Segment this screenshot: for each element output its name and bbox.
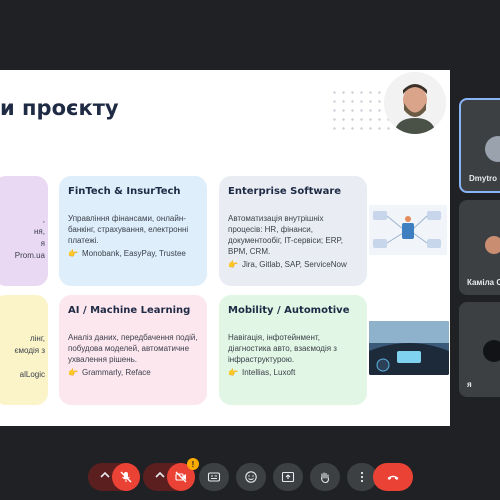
card-line: alLogic — [19, 370, 45, 379]
call-controls: ! — [0, 458, 500, 494]
avatar — [485, 136, 500, 162]
card-line: ня, — [34, 227, 45, 236]
card-line: я — [40, 239, 45, 248]
captions-button[interactable] — [199, 463, 229, 491]
more-vert-icon — [360, 471, 364, 483]
mic-off-button[interactable] — [112, 463, 140, 491]
pointing-hand-icon: 👉 — [68, 249, 78, 258]
card-title: Enterprise Software — [228, 186, 342, 197]
card-line: Prom.ua — [14, 251, 45, 260]
card-description: Автоматизація внутрішніх процесів: HR, ф… — [228, 214, 344, 256]
examples-text: Jira, Gitlab, SAP, ServiceNow — [241, 260, 347, 269]
card-description: Управління фінансами, онлайн-банкінг, ст… — [68, 214, 189, 245]
pointing-hand-icon: 👉 — [228, 368, 238, 377]
participant-tile[interactable]: Каміла С — [459, 200, 500, 295]
raise-hand-button[interactable] — [310, 463, 340, 491]
card-ai-ml: AI / Machine Learning Аналіз даних, пере… — [59, 295, 207, 405]
card-ecommerce-partial: , ня, я Prom.ua — [0, 176, 48, 286]
participant-tile[interactable]: Dmytro — [459, 98, 500, 193]
card-title: FinTech & InsurTech — [68, 186, 181, 197]
avatar — [485, 236, 500, 254]
examples-text: Grammarly, Reface — [81, 368, 151, 377]
hand-icon — [320, 472, 330, 484]
card-examples: 👉 Intellias, Luxoft — [228, 368, 358, 377]
reactions-button[interactable] — [236, 463, 266, 491]
card-title: Mobility / Automotive — [228, 305, 350, 316]
camera-off-icon — [175, 471, 187, 483]
examples-text: Intellias, Luxoft — [241, 368, 296, 377]
examples-text: Monobank, EasyPay, Trustee — [81, 249, 186, 258]
card-enterprise: Enterprise Software Автоматизація внутрі… — [219, 176, 367, 286]
card-line: , — [42, 215, 45, 224]
participant-tile[interactable]: я — [459, 302, 500, 397]
warning-badge: ! — [187, 458, 199, 470]
emoji-icon — [245, 471, 257, 483]
card-description: Аналіз даних, передбачення подій, побудо… — [68, 333, 198, 364]
card-mobility: Mobility / Automotive Навігація, інфотей… — [219, 295, 367, 405]
decorative-dots — [330, 88, 390, 130]
present-icon — [281, 471, 295, 483]
meeting-stage: и проєкту , ня, я Prom.ua лінг, ємодія з… — [0, 0, 500, 500]
presenter-avatar — [384, 72, 446, 134]
mic-control-group — [88, 463, 140, 491]
pointing-hand-icon: 👉 — [68, 368, 78, 377]
participant-name: Dmytro — [469, 174, 498, 183]
card-title: AI / Machine Learning — [68, 305, 191, 316]
hang-up-icon — [387, 475, 399, 480]
chevron-up-icon[interactable] — [153, 468, 167, 487]
card-fintech: FinTech & InsurTech Управління фінансами… — [59, 176, 207, 286]
leave-call-button[interactable] — [373, 463, 413, 491]
camera-control-group: ! — [143, 458, 199, 491]
pointing-hand-icon: 👉 — [228, 260, 238, 269]
card-line: ємодія з — [14, 346, 45, 355]
mic-off-icon — [120, 471, 132, 483]
enterprise-illustration — [369, 205, 447, 255]
presenter-photo-icon — [384, 72, 446, 134]
network-diagram-icon — [373, 211, 441, 248]
participant-name: я — [467, 380, 472, 389]
camera-off-button[interactable]: ! — [167, 458, 199, 491]
present-screen-button[interactable] — [273, 463, 303, 491]
slide-title: и проєкту — [0, 96, 119, 120]
shared-slide: и проєкту , ня, я Prom.ua лінг, ємодія з… — [0, 70, 450, 426]
card-examples: 👉 Monobank, EasyPay, Trustee — [68, 249, 198, 258]
captions-icon — [207, 472, 221, 482]
card-examples: 👉 Grammarly, Reface — [68, 368, 198, 377]
avatar — [483, 340, 500, 362]
card-examples: 👉 Jira, Gitlab, SAP, ServiceNow — [228, 260, 358, 269]
card-gamedev-partial: лінг, ємодія з alLogic — [0, 295, 48, 405]
chevron-up-icon[interactable] — [98, 468, 112, 487]
card-line: лінг, — [29, 334, 45, 343]
card-description: Навігація, інфотейнмент, діагностика авт… — [228, 333, 337, 364]
car-dashboard-icon — [369, 321, 449, 375]
mobility-illustration — [369, 321, 449, 375]
participant-name: Каміла С — [467, 278, 500, 287]
